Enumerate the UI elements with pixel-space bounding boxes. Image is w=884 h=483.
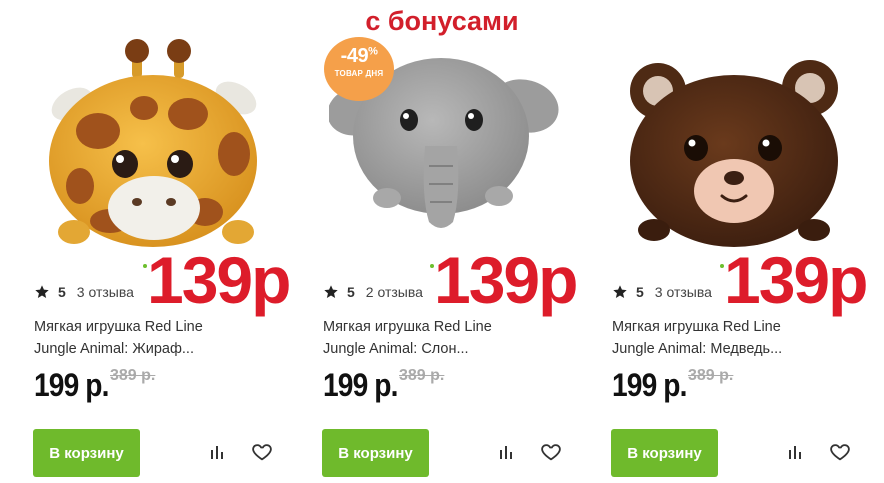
star-icon [323,284,339,300]
product-card-bear: 139р 5 3 отзыва Мягкая игрушка Red Line … [578,0,868,483]
old-price: 389 р. [399,367,445,384]
heart-icon[interactable] [251,441,273,463]
price-row: 199 р. 389 р. [34,367,155,407]
reviews-link[interactable]: 3 отзыва [655,284,712,300]
product-name-line1: Мягкая игрушка Red Line [34,319,203,335]
product-name-line2: Jungle Animal: Слон... [323,341,469,357]
product-card-elephant: -49% ТОВАР ДНЯ 139р 5 2 отзыва Мягкая иг… [289,0,579,483]
add-to-cart-button[interactable]: В корзину [611,429,718,477]
price-row: 199 р. 389 р. [323,367,444,407]
discount-percent: -49 [340,45,369,67]
heart-icon[interactable] [829,441,851,463]
current-price: 199 р. [323,367,398,403]
current-price: 199 р. [612,367,687,403]
discount-percent-sign: % [368,45,378,58]
current-price: 199 р. [34,367,109,403]
bonus-price: 139р [147,243,291,317]
reviews-link[interactable]: 2 отзыва [366,284,423,300]
reviews-link[interactable]: 3 отзыва [77,284,134,300]
product-name-line1: Мягкая игрушка Red Line [612,319,781,335]
product-name-line2: Jungle Animal: Медведь... [612,341,783,357]
product-name-link[interactable]: Мягкая игрушка Red Line Jungle Animal: М… [612,316,852,360]
price-row: 199 р. 389 р. [612,367,733,407]
bonus-price: 139р [724,243,868,317]
bear-plush-image[interactable] [618,36,848,251]
rating-row: 5 3 отзыва [612,283,712,301]
product-name-link[interactable]: Мягкая игрушка Red Line Jungle Animal: С… [323,316,563,360]
rating-row: 5 3 отзыва [34,283,134,301]
discount-badge: -49% ТОВАР ДНЯ [324,37,394,101]
giraffe-plush-image[interactable] [40,36,270,251]
old-price: 389 р. [688,367,734,384]
bonus-price: 139р [434,243,578,317]
rating-value: 5 [58,284,66,300]
star-icon [612,284,628,300]
product-name-line2: Jungle Animal: Жираф... [34,341,194,357]
product-name-link[interactable]: Мягкая игрушка Red Line Jungle Animal: Ж… [34,316,274,360]
rating-row: 5 2 отзыва [323,283,423,301]
rating-value: 5 [636,284,644,300]
old-price: 389 р. [110,367,156,384]
compare-icon[interactable] [208,443,226,461]
compare-icon[interactable] [786,443,804,461]
add-to-cart-button[interactable]: В корзину [322,429,429,477]
product-card-giraffe: 139р 5 3 отзыва Мягкая игрушка Red Line … [0,0,291,483]
product-name-line1: Мягкая игрушка Red Line [323,319,492,335]
compare-icon[interactable] [497,443,515,461]
heart-icon[interactable] [540,441,562,463]
deal-of-day-label: ТОВАР ДНЯ [334,69,384,78]
rating-value: 5 [347,284,355,300]
star-icon [34,284,50,300]
add-to-cart-button[interactable]: В корзину [33,429,140,477]
